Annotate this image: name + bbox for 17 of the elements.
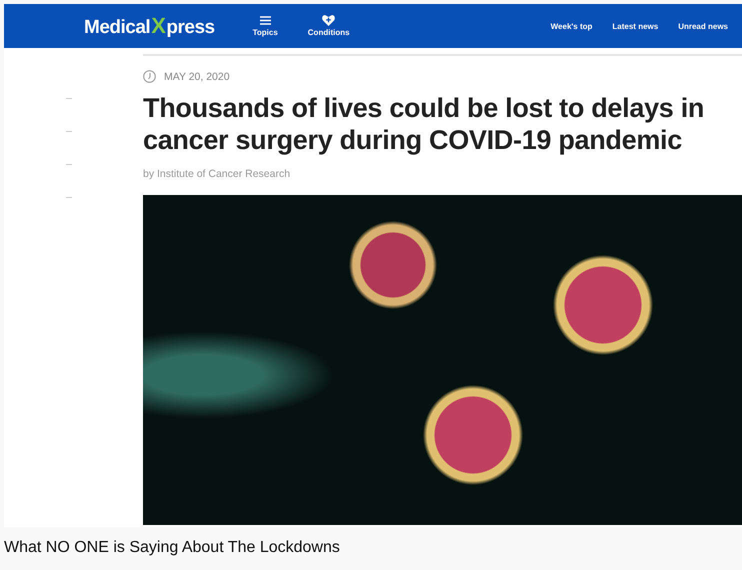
nav-link[interactable]: Latest news [612, 22, 658, 30]
video-title: What NO ONE is Saying About The Lockdowns [4, 539, 340, 557]
side-mark [66, 131, 72, 132]
side-mark [66, 164, 72, 165]
article-byline: by Institute of Cancer Research [143, 168, 292, 180]
conditions-link[interactable]: Conditions [308, 15, 350, 37]
article-date: MAY 20, 2020 [164, 70, 230, 82]
menu-icon [260, 16, 271, 25]
nav-link[interactable]: Unread news [678, 22, 728, 30]
topics-link[interactable]: Topics [252, 15, 278, 37]
article-title: Thousands of lives could be lost to delays in cancer surgery during COVID-19 pandemic [143, 92, 706, 156]
site-logo[interactable]: MedicalXpress [84, 13, 215, 39]
side-mark [66, 197, 72, 198]
nav-link[interactable]: Week's top [550, 22, 592, 30]
clock-icon [143, 70, 156, 83]
side-mark [66, 98, 72, 99]
heart-plus-icon [322, 15, 336, 26]
